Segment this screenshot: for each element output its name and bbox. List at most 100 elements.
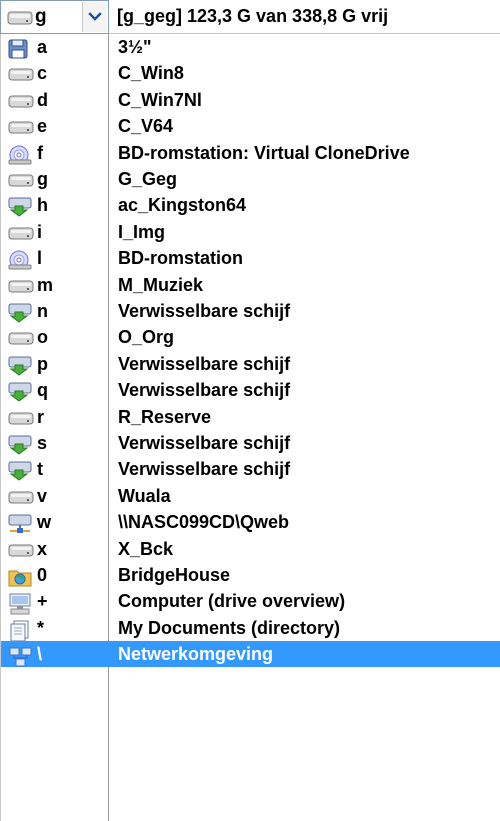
drive-row[interactable]: + Computer (drive overview) xyxy=(1,588,500,615)
drive-label: 3½" xyxy=(118,37,152,57)
drive-row[interactable]: i I_Img xyxy=(1,219,500,245)
hard-drive-icon xyxy=(8,329,34,347)
drive-letter: w xyxy=(37,512,52,533)
drive-letter: d xyxy=(37,89,48,110)
drive-row[interactable]: c C_Win8 xyxy=(1,60,500,86)
removable-drive-icon xyxy=(8,356,34,376)
hard-drive-icon xyxy=(8,541,34,559)
removable-drive-icon xyxy=(8,435,34,455)
drive-label: BD-romstation xyxy=(118,248,243,269)
network-drive-icon xyxy=(8,514,34,534)
drive-letter: r xyxy=(37,406,45,427)
drive-row[interactable]: 0 BridgeHouse xyxy=(1,562,500,588)
drive-row[interactable]: h ac_Kingston64 xyxy=(1,192,500,218)
drive-letter: t xyxy=(37,459,43,480)
drive-label: BD-romstation: Virtual CloneDrive xyxy=(118,142,410,163)
drive-row[interactable]: w \\NASC099CD\Qweb xyxy=(1,509,500,535)
drive-row[interactable]: d C_Win7Nl xyxy=(1,87,500,113)
drive-letter: c xyxy=(37,63,48,84)
drive-row[interactable]: p Verwisselbare schijf xyxy=(1,351,500,377)
removable-drive-icon xyxy=(8,382,34,402)
drive-label: Wuala xyxy=(118,485,171,506)
hard-drive-icon xyxy=(8,409,34,427)
drive-row[interactable]: s Verwisselbare schijf xyxy=(1,430,500,456)
floppy-icon xyxy=(8,39,34,59)
drive-row[interactable]: v Wuala xyxy=(1,483,500,509)
drive-letter: s xyxy=(37,433,48,453)
drive-row[interactable]: t Verwisselbare schijf xyxy=(1,456,500,482)
drive-combo[interactable]: g xyxy=(0,0,109,34)
drive-letter: x xyxy=(37,538,48,559)
drive-row[interactable]: q Verwisselbare schijf xyxy=(1,377,500,403)
drive-row[interactable]: m M_Muziek xyxy=(1,272,500,298)
drive-row[interactable]: \ Netwerkomgeving xyxy=(1,641,500,668)
drive-label: C_V64 xyxy=(118,116,174,137)
drive-letter: * xyxy=(37,617,45,638)
drive-free-space: [g_geg] 123,3 G van 338,8 G vrij xyxy=(117,6,389,26)
drive-combo-header: g [g_geg] 123,3 G van 338,8 G vrij xyxy=(0,0,500,34)
drive-row[interactable]: n Verwisselbare schijf xyxy=(1,298,500,324)
hard-drive-icon xyxy=(8,92,34,110)
drive-letter: \ xyxy=(37,644,43,665)
drive-label: R_Reserve xyxy=(118,406,212,427)
hard-drive-icon xyxy=(8,171,34,189)
drive-row[interactable]: l BD-romstation xyxy=(1,245,500,271)
drive-selector: g [g_geg] 123,3 G van 338,8 G vrij a 3½" c… xyxy=(0,0,500,821)
drive-letter: + xyxy=(37,591,48,612)
drive-letter: q xyxy=(37,380,48,401)
hard-drive-icon xyxy=(8,118,34,136)
drive-letter: a xyxy=(37,37,48,57)
drive-label: BridgeHouse xyxy=(118,565,231,585)
hard-drive-icon xyxy=(8,277,34,295)
drive-label: X_Bck xyxy=(118,538,174,559)
drive-list: a 3½" c C_Win8d C_Win7Nle C_V64f BD-romstation… xyxy=(0,34,500,821)
drive-label: O_Org xyxy=(118,327,175,348)
documents-icon xyxy=(8,620,34,642)
drive-label: I_Img xyxy=(118,221,166,242)
hard-drive-icon xyxy=(7,9,33,32)
drive-label: G_Geg xyxy=(118,169,178,189)
drive-row[interactable]: a 3½" xyxy=(1,34,500,60)
chevron-down-icon[interactable] xyxy=(82,2,107,32)
network-icon xyxy=(8,646,34,667)
computer-icon xyxy=(8,593,34,615)
drive-label: Computer (drive overview) xyxy=(118,591,346,612)
drive-row[interactable]: r R_Reserve xyxy=(1,404,500,430)
folder-globe-icon xyxy=(8,567,34,587)
optical-drive-icon xyxy=(8,145,34,165)
drive-row[interactable]: e C_V64 xyxy=(1,113,500,139)
drive-label: Verwisselbare schijf xyxy=(118,433,291,453)
drive-label: Verwisselbare schijf xyxy=(118,301,291,321)
drive-label: Netwerkomgeving xyxy=(118,644,274,665)
drive-row[interactable]: o O_Org xyxy=(1,324,500,350)
drive-letter: g xyxy=(37,169,48,189)
drive-letter: o xyxy=(37,327,48,348)
removable-drive-icon xyxy=(8,461,34,482)
drive-letter: e xyxy=(37,116,48,137)
drive-letter: v xyxy=(37,485,48,506)
drive-letter: p xyxy=(37,353,48,374)
optical-drive-icon xyxy=(8,250,34,270)
hard-drive-icon xyxy=(8,224,34,242)
hard-drive-icon xyxy=(8,488,34,506)
drive-letter: 0 xyxy=(37,565,48,585)
drive-row[interactable]: f BD-romstation: Virtual CloneDrive xyxy=(1,140,500,166)
hard-drive-icon xyxy=(8,65,34,83)
drive-label: C_Win7Nl xyxy=(118,89,202,110)
removable-drive-icon xyxy=(8,303,34,323)
drive-label: Verwisselbare schijf xyxy=(118,380,291,401)
combo-drive-letter: g xyxy=(35,6,47,27)
drive-letter: f xyxy=(37,142,43,163)
removable-drive-icon xyxy=(8,197,34,218)
drive-row[interactable]: x X_Bck xyxy=(1,536,500,562)
drive-label: C_Win8 xyxy=(118,63,184,84)
drive-letter: n xyxy=(37,301,48,321)
drive-label: \\NASC099CD\Qweb xyxy=(118,512,290,533)
drive-label: My Documents (directory) xyxy=(118,617,341,638)
drive-row[interactable]: g G_Geg xyxy=(1,166,500,192)
drive-label: M_Muziek xyxy=(118,274,204,295)
drive-letter: m xyxy=(37,274,54,295)
drive-letter: l xyxy=(37,248,43,269)
drive-label: ac_Kingston64 xyxy=(118,195,247,216)
drive-row[interactable]: * My Documents (directory) xyxy=(1,615,500,642)
